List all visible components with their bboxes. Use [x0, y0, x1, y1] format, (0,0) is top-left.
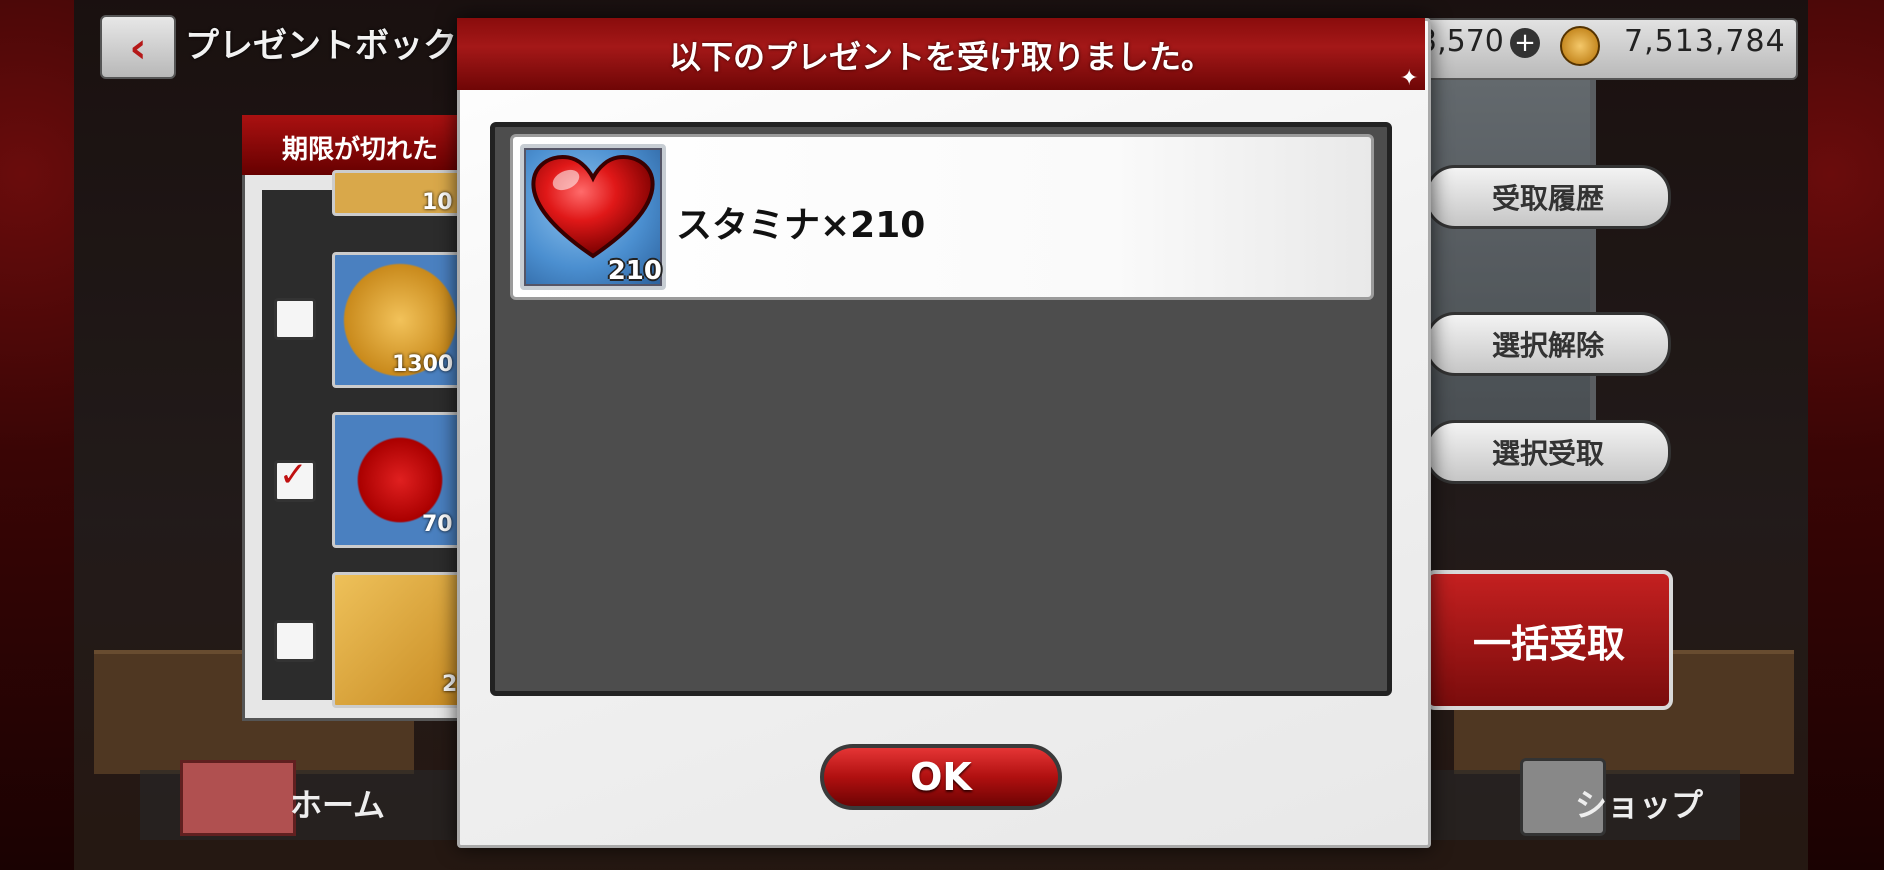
nav-shop[interactable]: ショップ: [1575, 780, 1703, 826]
dialog-title: 以下のプレゼントを受け取りました。: [668, 38, 1213, 76]
list-item-checkbox[interactable]: ✓: [274, 455, 316, 502]
chevron-left-icon: ‹: [129, 22, 147, 72]
coin-count: 7,513,784: [1624, 24, 1786, 59]
present-list: 10 1300 ✓ 70 2: [262, 170, 468, 708]
sparkle-icon: ✦: [1400, 66, 1419, 91]
heart-icon: [531, 154, 655, 259]
coin-icon: [1560, 26, 1600, 66]
deselect-button[interactable]: 選択解除: [1425, 312, 1671, 376]
check-icon: ✓: [279, 455, 308, 495]
nav-home[interactable]: ホーム: [290, 780, 385, 826]
ok-button[interactable]: OK: [820, 744, 1062, 810]
right-border-decoration: [1808, 0, 1884, 870]
list-item-amount: 2: [442, 672, 458, 697]
history-button[interactable]: 受取履歴: [1425, 165, 1671, 229]
list-item-checkbox[interactable]: [274, 298, 316, 340]
receive-all-button[interactable]: 一括受取: [1425, 570, 1673, 710]
left-border-decoration: [0, 0, 74, 870]
reward-name: スタミナ×210: [676, 205, 926, 246]
reward-thumb-amount: 210: [607, 256, 662, 286]
plus-icon[interactable]: +: [1510, 28, 1540, 58]
list-item-checkbox[interactable]: [274, 620, 316, 662]
list-item-amount: 70: [422, 512, 453, 537]
receive-selected-button[interactable]: 選択受取: [1425, 420, 1671, 484]
list-item-amount: 10: [422, 190, 453, 215]
back-button[interactable]: ‹: [100, 15, 176, 79]
list-item-amount: 1300: [392, 352, 454, 377]
school-icon[interactable]: [180, 760, 296, 836]
screen-title: プレゼントボックス: [185, 26, 490, 66]
tab-expired[interactable]: 期限が切れた: [242, 115, 472, 175]
